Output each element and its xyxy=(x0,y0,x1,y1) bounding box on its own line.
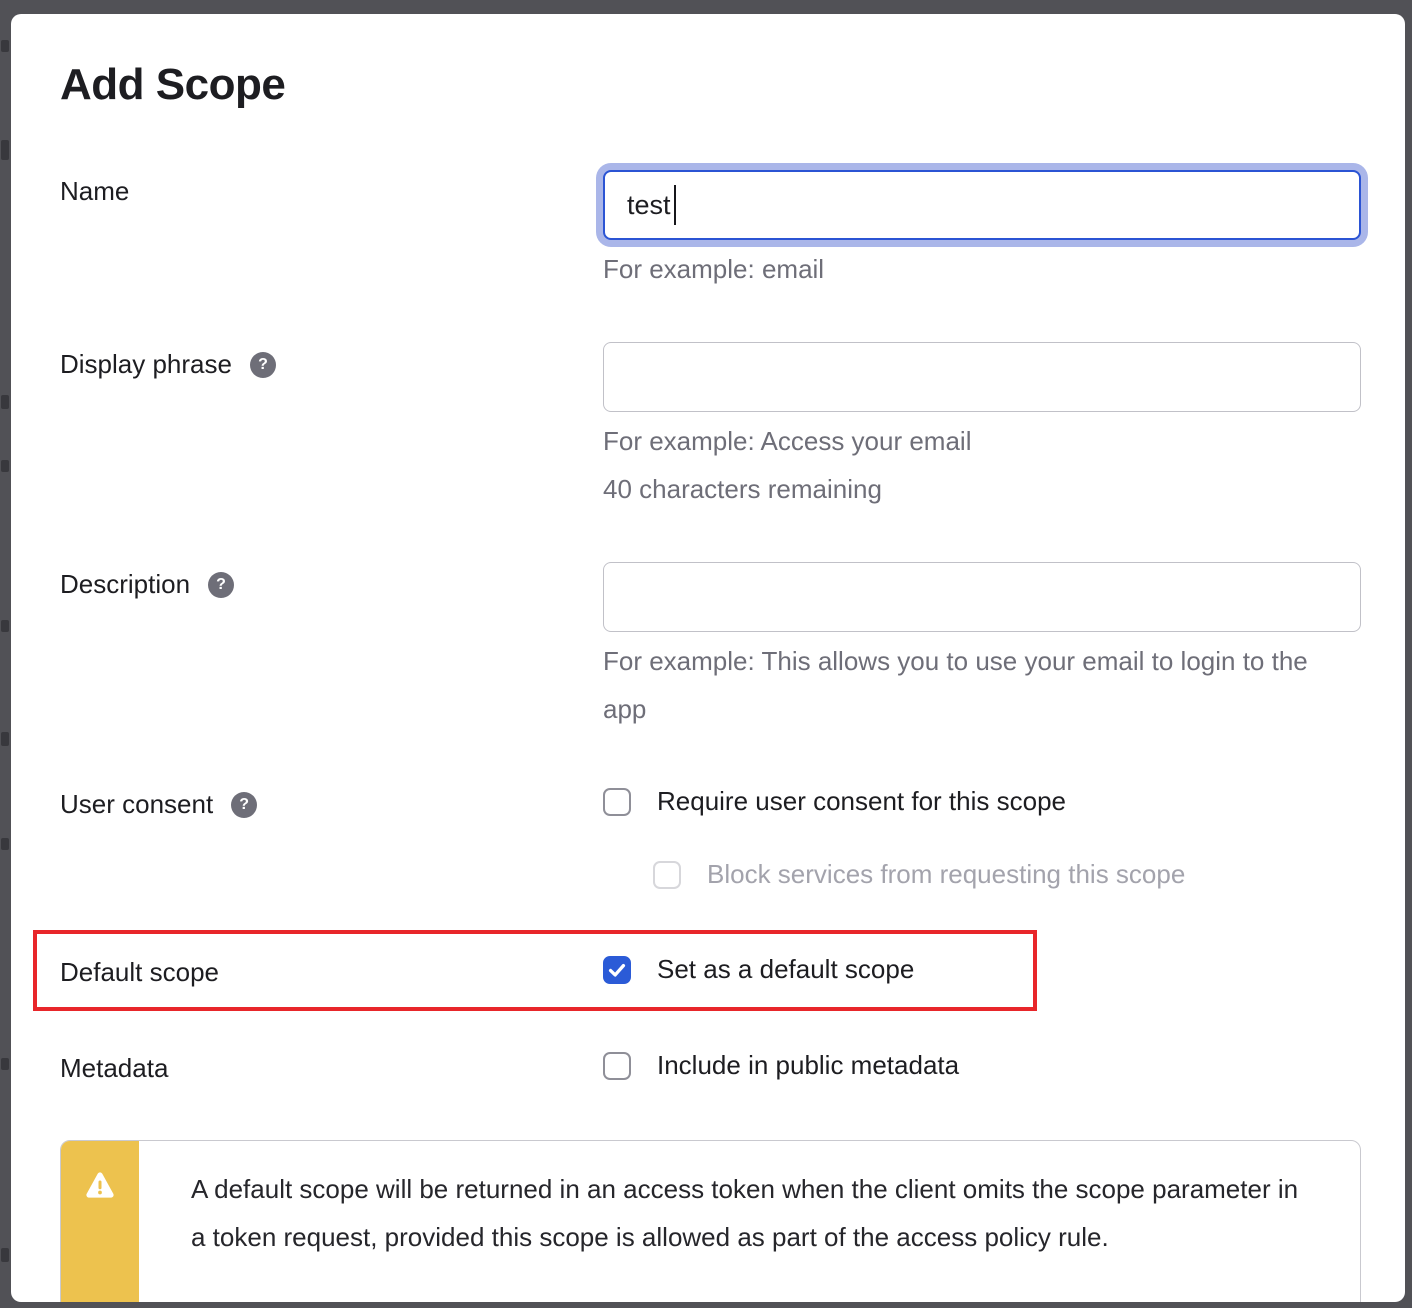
metadata-checkbox-label: Include in public metadata xyxy=(657,1050,959,1081)
help-icon[interactable]: ? xyxy=(208,572,234,598)
warning-icon xyxy=(85,1171,115,1201)
user-consent-label-text: User consent xyxy=(60,789,213,820)
description-label: Description ? xyxy=(60,569,234,600)
background-artifact xyxy=(1,395,9,409)
add-scope-dialog: Add Scope Name test For example: email D… xyxy=(11,14,1405,1302)
warning-text: A default scope will be returned in an a… xyxy=(139,1141,1329,1302)
background-artifact xyxy=(1,1058,9,1070)
name-helper-text: For example: email xyxy=(603,245,824,293)
display-phrase-input[interactable] xyxy=(603,342,1361,412)
description-label-text: Description xyxy=(60,569,190,600)
metadata-label: Metadata xyxy=(60,1053,168,1084)
help-icon[interactable]: ? xyxy=(231,792,257,818)
block-services-row: Block services from requesting this scop… xyxy=(653,859,1185,890)
name-label: Name xyxy=(60,176,129,207)
name-label-text: Name xyxy=(60,176,129,207)
default-scope-label-text: Default scope xyxy=(60,957,219,988)
metadata-row: Include in public metadata xyxy=(603,1050,959,1081)
help-icon[interactable]: ? xyxy=(250,352,276,378)
display-phrase-label: Display phrase ? xyxy=(60,349,276,380)
require-consent-row: Require user consent for this scope xyxy=(603,786,1066,817)
require-consent-checkbox-label: Require user consent for this scope xyxy=(657,786,1066,817)
warning-stripe xyxy=(61,1141,139,1302)
background-artifact xyxy=(1,1248,9,1262)
default-scope-label: Default scope xyxy=(60,957,219,988)
default-scope-checkbox[interactable] xyxy=(603,956,631,984)
description-helper-text: For example: This allows you to use your… xyxy=(603,637,1348,733)
default-scope-warning-callout: A default scope will be returned in an a… xyxy=(60,1140,1361,1302)
background-artifact xyxy=(1,140,9,160)
display-phrase-counter: 40 characters remaining xyxy=(603,465,882,513)
background-artifact xyxy=(1,460,9,472)
dialog-title: Add Scope xyxy=(60,60,285,110)
block-services-checkbox-label: Block services from requesting this scop… xyxy=(707,859,1185,890)
default-scope-row: Set as a default scope xyxy=(603,954,914,985)
require-consent-checkbox[interactable] xyxy=(603,788,631,816)
name-input[interactable]: test xyxy=(603,170,1361,240)
background-artifact xyxy=(1,620,9,632)
text-cursor xyxy=(674,185,676,225)
background-artifact xyxy=(1,732,9,746)
user-consent-label: User consent ? xyxy=(60,789,257,820)
metadata-label-text: Metadata xyxy=(60,1053,168,1084)
check-icon xyxy=(606,959,628,981)
background-artifact xyxy=(1,838,9,850)
display-phrase-helper-text: For example: Access your email xyxy=(603,417,971,465)
block-services-checkbox[interactable] xyxy=(653,861,681,889)
metadata-checkbox[interactable] xyxy=(603,1052,631,1080)
display-phrase-label-text: Display phrase xyxy=(60,349,232,380)
name-input-value: test xyxy=(627,190,671,221)
background-artifact xyxy=(1,40,9,52)
description-input[interactable] xyxy=(603,562,1361,632)
default-scope-checkbox-label: Set as a default scope xyxy=(657,954,914,985)
